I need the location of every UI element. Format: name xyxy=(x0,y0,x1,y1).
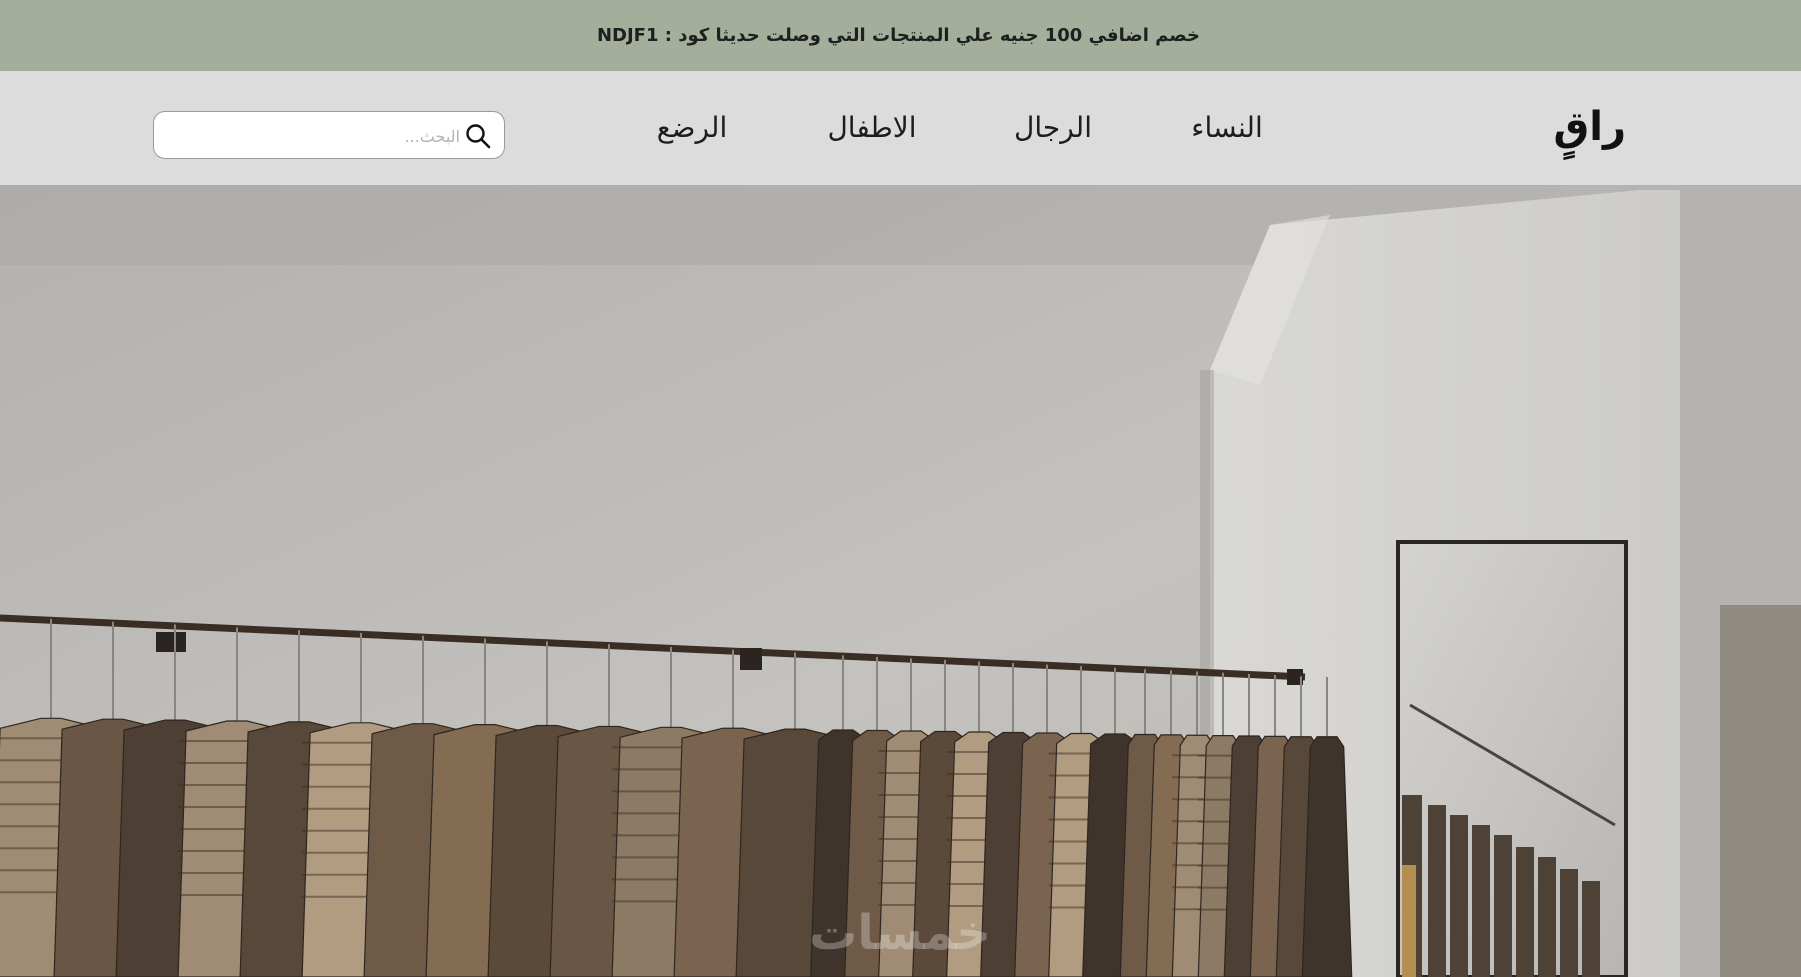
nav-item-babies[interactable]: الرضع xyxy=(655,111,729,145)
watermark-logo: خمسات xyxy=(809,905,991,961)
search-box xyxy=(153,111,505,159)
nav-item-women[interactable]: النساء xyxy=(1190,111,1264,145)
search-icon[interactable] xyxy=(464,122,492,150)
promo-text: خصم اضافي 100 جنيه علي المنتجات التي وصل… xyxy=(596,25,1201,46)
nav-item-men[interactable]: الرجال xyxy=(1014,111,1092,145)
search-input[interactable] xyxy=(168,120,462,152)
logo[interactable]: راقٍ xyxy=(1554,105,1627,149)
site-header: راقٍ النساء الرجال الاطفال الرضع xyxy=(0,71,1801,186)
promo-bar: خصم اضافي 100 جنيه علي المنتجات التي وصل… xyxy=(0,0,1801,71)
hero-photo xyxy=(0,185,1801,977)
nav-item-kids[interactable]: الاطفال xyxy=(826,111,918,145)
hero-image xyxy=(0,185,1801,977)
mirror xyxy=(1396,540,1628,977)
